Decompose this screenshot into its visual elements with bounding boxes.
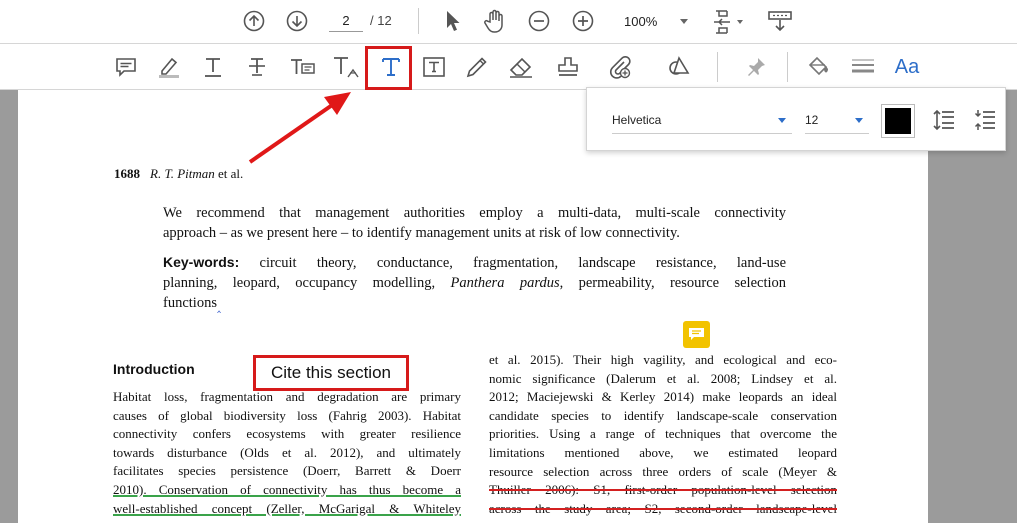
text-line: connectivity confers ecosystems with gre…: [113, 426, 461, 442]
keywords-line-end: , permeability, resource selection: [559, 275, 786, 291]
text-properties-panel: Helvetica 12: [586, 87, 1006, 151]
select-pointer-icon[interactable]: [440, 8, 464, 34]
keywords-species: Panthera pardus: [450, 275, 560, 291]
authors: R. T. Pitman: [150, 166, 215, 181]
page-down-icon[interactable]: [285, 9, 309, 33]
running-header: 1688 R. T. Pitman et al.: [114, 166, 243, 182]
keywords-line: planning, leopard, occupancy modelling,: [163, 275, 436, 291]
keywords-paragraph[interactable]: Key-words: circuit theory, conductance, …: [163, 252, 786, 316]
pencil-icon[interactable]: [461, 51, 493, 83]
text-color-swatch[interactable]: [881, 104, 915, 138]
zoom-in-icon[interactable]: [571, 9, 595, 33]
abstract-line: approach – as we present here – to ident…: [163, 225, 680, 241]
text-line: facilitates species persistence (Doerr, …: [113, 463, 461, 479]
strikethrough-line[interactable]: across the study area; S2, second-order …: [489, 500, 837, 519]
right-column[interactable]: et al. 2015). Their high vagility, and e…: [489, 351, 837, 518]
toolbar-divider: [717, 52, 718, 82]
paragraph-spacing-icon[interactable]: [973, 108, 997, 137]
text-line: priorities. Using a range of techniques …: [489, 426, 837, 442]
line-weight-icon[interactable]: [847, 51, 879, 83]
toolbar-divider: [418, 8, 419, 34]
chevron-down-icon: [778, 118, 786, 123]
text-line: towards disturbance (Olds et al. 2012), …: [113, 444, 461, 460]
page-number-input[interactable]: [329, 10, 363, 32]
cite-section-callout: Cite this section: [253, 355, 409, 391]
underline-text-icon[interactable]: [197, 51, 229, 83]
zoom-select[interactable]: 100%: [610, 10, 690, 32]
text-color-fill: [885, 108, 911, 134]
text-properties-icon[interactable]: Aa: [891, 51, 923, 83]
page-up-icon[interactable]: [242, 9, 266, 33]
text-box-icon[interactable]: [418, 51, 450, 83]
text-line: candidate species to identify landscape-…: [489, 407, 837, 423]
chevron-down-icon: [855, 118, 863, 123]
abstract-line: We recommend that management authorities…: [163, 205, 786, 221]
chevron-down-icon: [680, 18, 688, 24]
comment-icon[interactable]: [110, 51, 142, 83]
annotation-toolbar: Aa: [0, 44, 1017, 113]
line-spacing-icon[interactable]: [932, 108, 956, 137]
strikethrough-line[interactable]: Thuiller 2006): S1, first-order populati…: [489, 481, 837, 500]
callout-label: Cite this section: [271, 363, 391, 382]
underlined-line[interactable]: well-established concept (Zeller, McGari…: [113, 500, 461, 519]
hand-pan-icon[interactable]: [482, 8, 508, 34]
shapes-icon[interactable]: [663, 51, 695, 83]
keywords-label: Key-words:: [163, 254, 240, 270]
section-heading: Introduction: [113, 361, 195, 377]
highlight-icon[interactable]: [153, 51, 185, 83]
zoom-value: 100%: [624, 13, 658, 29]
font-family-select[interactable]: Helvetica: [612, 106, 792, 134]
abstract-text[interactable]: We recommend that management authorities…: [163, 203, 786, 243]
page-total-label: / 12: [370, 13, 392, 28]
text-line: causes of global biodiversity loss (Fahr…: [113, 407, 461, 423]
font-size-select[interactable]: 12: [805, 106, 869, 134]
export-icon[interactable]: [766, 8, 794, 36]
authors-suffix: et al.: [218, 166, 244, 181]
pin-icon[interactable]: [740, 51, 772, 83]
eraser-icon[interactable]: [505, 51, 537, 83]
font-family-value: Helvetica: [612, 113, 662, 127]
top-toolbar: / 12 100%: [0, 0, 1017, 44]
sticky-note-icon[interactable]: [683, 321, 710, 348]
stamp-icon[interactable]: [552, 51, 584, 83]
text-line: resource selection across three orders o…: [489, 463, 837, 479]
attach-file-icon[interactable]: [604, 51, 636, 83]
fill-color-icon[interactable]: [803, 51, 835, 83]
text-properties-label: Aa: [894, 55, 920, 78]
replace-text-icon[interactable]: [286, 51, 318, 83]
text-line: et al. 2015). Their high vagility, and e…: [489, 352, 837, 367]
strikethrough-text-icon[interactable]: [241, 51, 273, 83]
toolbar-divider: [787, 52, 788, 82]
page-fit-icon[interactable]: [713, 8, 747, 36]
tool-highlight-box: [365, 46, 412, 90]
left-column[interactable]: Habitat loss, fragmentation and degradat…: [113, 388, 461, 518]
text-line: limitations mentioned above, we estimate…: [489, 444, 837, 460]
insert-caret-icon[interactable]: ‸: [217, 299, 221, 313]
insert-text-icon[interactable]: [330, 51, 362, 83]
text-line: 2012; Maciejewski & Kerley 2014) make le…: [489, 389, 837, 405]
keywords-line: functions: [163, 295, 217, 311]
page-number: 1688: [114, 166, 140, 181]
keywords-line: circuit theory, conductance, fragmentati…: [259, 255, 786, 271]
zoom-out-icon[interactable]: [527, 9, 551, 33]
underlined-line[interactable]: 2010). Conservation of connectivity has …: [113, 481, 461, 500]
font-size-value: 12: [805, 113, 819, 127]
text-line: nomic significance (Dalerum et al. 2008;…: [489, 370, 837, 386]
